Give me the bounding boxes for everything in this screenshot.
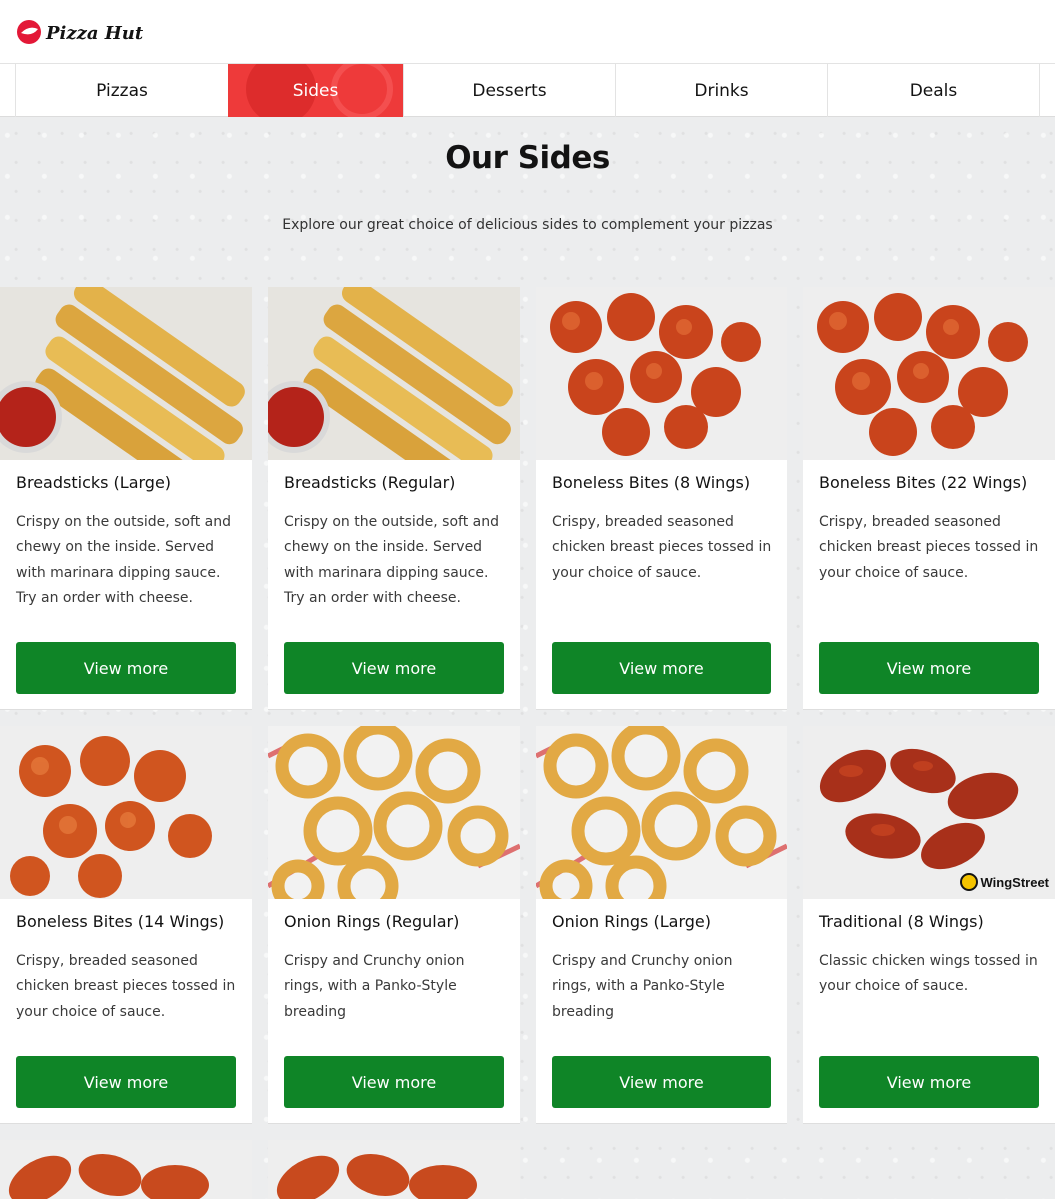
boneless-bites-image[interactable] <box>0 726 252 899</box>
chicken-wings-image[interactable]: WingStreet <box>803 726 1055 899</box>
product-description: Crispy, breaded seasoned chicken breast … <box>819 514 1039 581</box>
product-title: Boneless Bites (22 Wings) <box>819 473 1028 492</box>
product-title: Traditional (8 Wings) <box>819 912 984 931</box>
pizza-hut-logo[interactable]: Pizza Hut <box>16 18 146 46</box>
svg-text:Pizza Hut: Pizza Hut <box>45 23 144 44</box>
product-title: Onion Rings (Regular) <box>284 912 460 931</box>
product-description: Crispy on the outside, soft and chewy on… <box>284 514 499 606</box>
view-more-button[interactable]: View more <box>284 1056 504 1108</box>
product-description: Classic chicken wings tossed in your cho… <box>819 953 1038 995</box>
product-card: WingStreet Traditional (8 Wings) Classic… <box>803 726 1055 1124</box>
site-header: Pizza Hut <box>0 0 1055 64</box>
product-card <box>0 1140 252 1199</box>
product-description: Crispy, breaded seasoned chicken breast … <box>552 514 772 581</box>
chicken-wings-image[interactable] <box>0 1140 252 1199</box>
boneless-bites-image[interactable] <box>536 287 787 460</box>
product-card <box>268 1140 520 1199</box>
tab-deals[interactable]: Deals <box>827 64 1040 117</box>
page-subtitle: Explore our great choice of delicious si… <box>282 217 773 233</box>
tab-sides[interactable]: Sides <box>228 64 403 117</box>
product-description: Crispy on the outside, soft and chewy on… <box>16 514 231 606</box>
view-more-button[interactable]: View more <box>16 1056 236 1108</box>
product-title: Boneless Bites (8 Wings) <box>552 473 751 492</box>
view-more-button[interactable]: View more <box>819 642 1039 694</box>
view-more-button[interactable]: View more <box>552 1056 771 1108</box>
wingstreet-badge: WingStreet <box>959 871 1049 893</box>
product-title: Boneless Bites (14 Wings) <box>16 912 225 931</box>
product-card: Breadsticks (Large) Crispy on the outsid… <box>0 287 252 710</box>
pizza-outline-icon <box>331 64 393 117</box>
boneless-bites-image[interactable] <box>803 287 1055 460</box>
product-description: Crispy and Crunchy onion rings, with a P… <box>284 953 465 1020</box>
view-more-button[interactable]: View more <box>819 1056 1039 1108</box>
product-card: Onion Rings (Regular) Crispy and Crunchy… <box>268 726 520 1124</box>
product-title: Breadsticks (Regular) <box>284 473 456 492</box>
tab-desserts[interactable]: Desserts <box>403 64 615 117</box>
product-title: Onion Rings (Large) <box>552 912 711 931</box>
page-title: Our Sides <box>445 140 610 176</box>
view-more-button[interactable]: View more <box>284 642 504 694</box>
tab-drinks[interactable]: Drinks <box>615 64 827 117</box>
wingstreet-logo-icon <box>959 873 978 891</box>
product-card: Boneless Bites (22 Wings) Crispy, breade… <box>803 287 1055 710</box>
view-more-button[interactable]: View more <box>16 642 236 694</box>
breadsticks-image[interactable] <box>268 287 520 460</box>
view-more-button[interactable]: View more <box>552 642 771 694</box>
product-card: Onion Rings (Large) Crispy and Crunchy o… <box>536 726 787 1124</box>
category-nav: Pizzas Sides Desserts Drinks Deals <box>0 64 1055 117</box>
product-description: Crispy and Crunchy onion rings, with a P… <box>552 953 733 1020</box>
onion-rings-image[interactable] <box>268 726 520 899</box>
chicken-wings-image[interactable] <box>268 1140 520 1199</box>
product-card: Boneless Bites (8 Wings) Crispy, breaded… <box>536 287 787 710</box>
product-card: Breadsticks (Regular) Crispy on the outs… <box>268 287 520 710</box>
tab-pizzas[interactable]: Pizzas <box>15 64 228 117</box>
product-card: Boneless Bites (14 Wings) Crispy, breade… <box>0 726 252 1124</box>
product-title: Breadsticks (Large) <box>16 473 172 492</box>
onion-rings-image[interactable] <box>536 726 787 899</box>
breadsticks-image[interactable] <box>0 287 252 460</box>
product-description: Crispy, breaded seasoned chicken breast … <box>16 953 236 1020</box>
